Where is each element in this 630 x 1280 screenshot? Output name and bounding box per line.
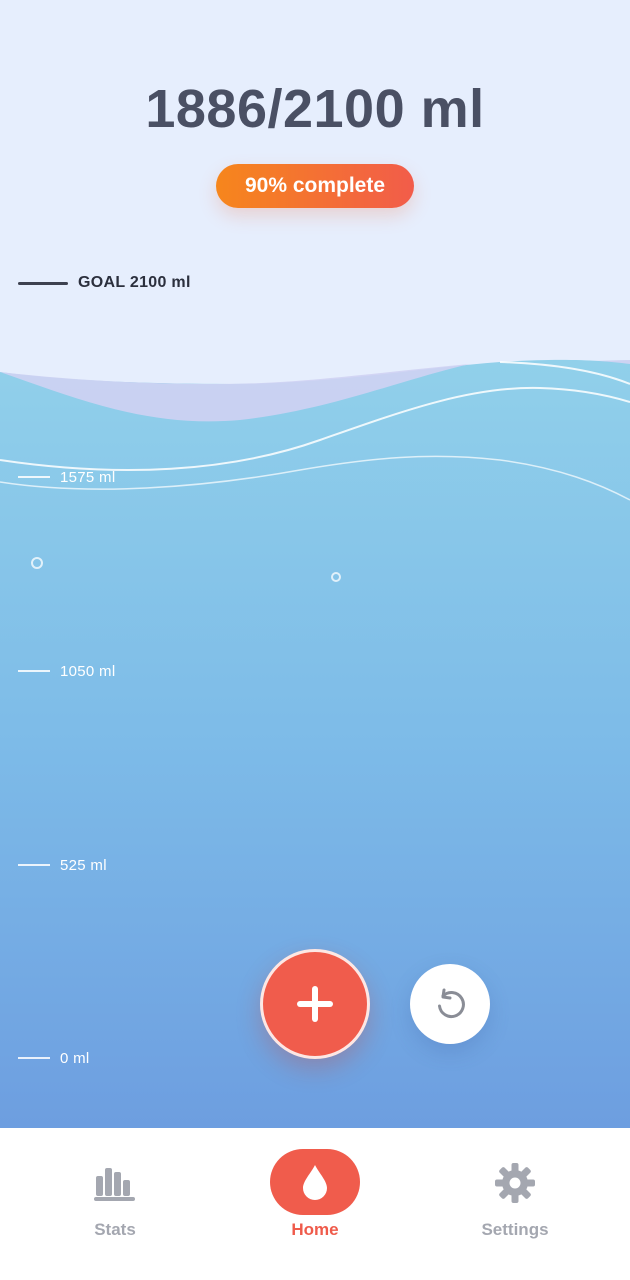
goal-line: [18, 281, 68, 285]
home-pill: [270, 1149, 360, 1215]
undo-icon: [438, 988, 465, 1019]
tab-stats-label: Stats: [94, 1220, 136, 1239]
tab-home[interactable]: Home: [210, 1128, 420, 1280]
scale-mark-label: 1575 ml: [60, 468, 116, 486]
tab-home-label: Home: [291, 1220, 339, 1239]
intake-counter: 1886/2100 ml: [145, 79, 485, 139]
bubble: [331, 572, 341, 582]
scale-mark-label: 1050 ml: [60, 662, 116, 680]
bubble: [31, 557, 43, 569]
undo-button[interactable]: [410, 964, 490, 1044]
hydration-screen: 1886/2100 ml 90% complete GOAL 2100 ml 1…: [0, 0, 630, 1280]
add-water-button[interactable]: [260, 949, 370, 1059]
gear-icon: [495, 1163, 535, 1203]
bottom-tab-bar: Stats Home Settings: [0, 1128, 630, 1280]
goal-label: GOAL 2100 ml: [78, 274, 191, 291]
scale-mark-525: 525 ml: [18, 855, 107, 875]
scale-mark-label: 525 ml: [60, 856, 107, 874]
tab-settings[interactable]: Settings: [410, 1128, 620, 1280]
scale-mark-1575: 1575 ml: [18, 467, 115, 487]
scale-mark-0: 0 ml: [18, 1048, 90, 1068]
scale-mark-label: 0 ml: [60, 1049, 90, 1067]
goal-marker: GOAL 2100 ml: [18, 272, 191, 294]
plus-icon: [297, 986, 333, 1022]
water-drop-icon: [303, 1165, 327, 1200]
scale-mark-1050: 1050 ml: [18, 661, 115, 681]
tab-settings-label: Settings: [481, 1220, 549, 1239]
tab-stats[interactable]: Stats: [10, 1128, 220, 1280]
bar-chart-icon: [94, 1168, 135, 1201]
progress-badge: 90% complete: [216, 164, 414, 208]
